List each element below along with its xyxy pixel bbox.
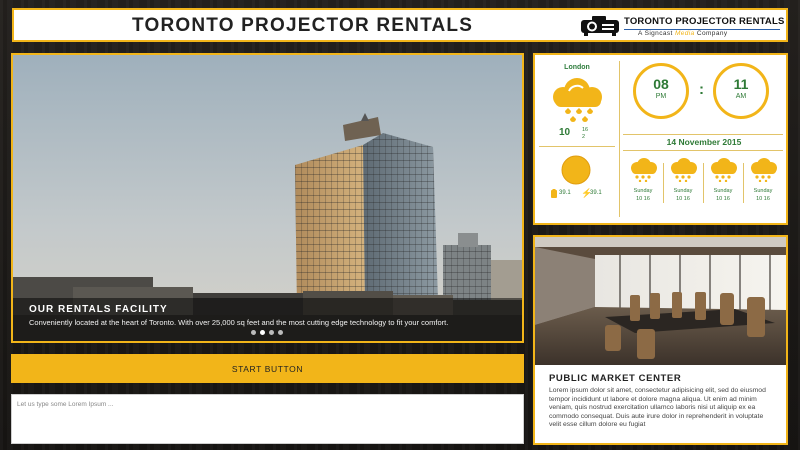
message-input[interactable] <box>11 394 524 444</box>
forecast-range: 10 16 <box>636 196 650 202</box>
divider <box>703 163 704 203</box>
clock-minute-label: AM <box>735 93 747 100</box>
temperature-low: 2 <box>582 134 586 140</box>
clock-hour-label: PM <box>655 93 667 100</box>
start-button[interactable]: START BUTTON <box>11 354 524 383</box>
rain-cloud-icon <box>711 158 737 183</box>
rain-cloud-icon <box>751 158 777 183</box>
clock-hour: 08 PM <box>633 63 689 119</box>
header-bar: TORONTO PROJECTOR RENTALS Toronto Projec… <box>12 8 788 42</box>
logo-subtitle: A Signcast Media Company <box>636 30 730 37</box>
forecast-range: 10 16 <box>756 196 770 202</box>
forecast-day-name: Sunday <box>753 188 773 194</box>
hero-title: OUR RENTALS FACILITY <box>29 304 168 315</box>
page-title: TORONTO PROJECTOR RENTALS <box>132 15 474 36</box>
weather-widget: London 10 16 2 39.1 ⚡ 39.1 08 PM : 11 AM… <box>533 53 788 225</box>
logo-subtitle-prefix: A Signcast <box>638 30 673 37</box>
conference-room-photo <box>535 237 786 365</box>
hero-slider[interactable]: OUR RENTALS FACILITY Conveniently locate… <box>11 53 524 343</box>
market-description: Lorem ipsum dolor sit amet, consectetur … <box>549 387 766 428</box>
forecast-range: 10 16 <box>716 196 730 202</box>
market-title: PUBLIC MARKET CENTER <box>549 373 682 384</box>
forecast-day: Sunday 10 16 <box>665 158 701 208</box>
logo-subtitle-accent: Media <box>674 30 695 37</box>
projector-icon <box>581 16 619 36</box>
divider <box>663 163 664 203</box>
slider-dots <box>251 330 283 335</box>
city-name: London <box>564 64 590 71</box>
rain-cloud-icon <box>553 78 602 122</box>
slider-dot[interactable] <box>278 330 283 335</box>
battery-icon <box>551 189 557 198</box>
forecast-day-name: Sunday <box>673 188 693 194</box>
logo-subtitle-suffix: Company <box>696 30 728 37</box>
slider-dot[interactable] <box>260 330 265 335</box>
forecast-day: Sunday 10 16 <box>745 158 781 208</box>
date-label: 14 November 2015 <box>666 137 742 147</box>
clock-hour-value: 08 <box>653 76 669 92</box>
divider <box>539 146 615 147</box>
public-market-card[interactable]: PUBLIC MARKET CENTER Lorem ipsum dolor s… <box>533 235 788 445</box>
power-value: 39.1 <box>590 190 602 196</box>
clock-minute-value: 11 <box>733 76 749 92</box>
slider-dot[interactable] <box>269 330 274 335</box>
rain-cloud-icon <box>631 158 657 183</box>
slider-dot[interactable] <box>251 330 256 335</box>
company-logo[interactable]: Toronto Projector Rentals A Signcast Med… <box>568 12 784 39</box>
rain-cloud-icon <box>671 158 697 183</box>
forecast-day: Sunday 10 16 <box>625 158 661 208</box>
hero-caption-overlay: OUR RENTALS FACILITY Conveniently locate… <box>13 298 522 341</box>
hero-caption: Conveniently located at the heart of Tor… <box>29 318 449 327</box>
sun-icon <box>561 155 591 185</box>
temperature-high: 16 <box>582 127 589 133</box>
forecast-range: 10 16 <box>676 196 690 202</box>
logo-title: Toronto Projector Rentals <box>624 16 785 27</box>
divider <box>743 163 744 203</box>
clock-minute: 11 AM <box>713 63 769 119</box>
battery-value: 39.1 <box>559 190 571 196</box>
divider <box>623 134 783 135</box>
forecast-day: Sunday 10 16 <box>705 158 741 208</box>
forecast-day-name: Sunday <box>713 188 733 194</box>
divider <box>623 150 783 151</box>
forecast-day-name: Sunday <box>633 188 653 194</box>
divider <box>619 61 620 217</box>
clock-separator: : <box>699 81 704 98</box>
current-temperature: 10 <box>559 127 571 138</box>
